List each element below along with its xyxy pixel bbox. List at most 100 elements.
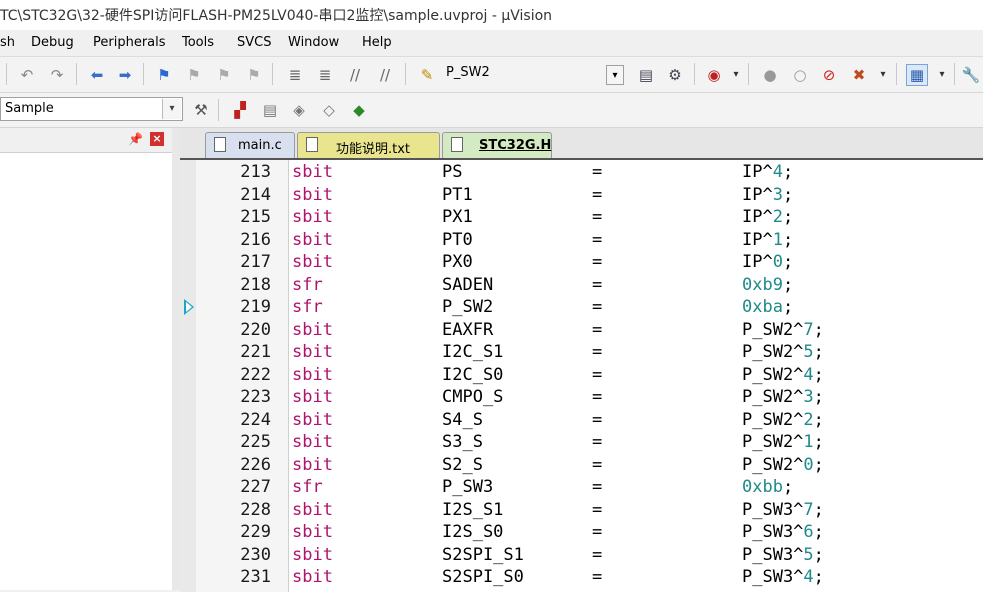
code-operator: =	[592, 207, 603, 227]
code-number: 7	[803, 319, 814, 340]
code-keyword: sbit	[292, 319, 333, 340]
file-icon	[451, 137, 463, 152]
event-recorder-icon[interactable]: ◆	[349, 100, 369, 120]
code-keyword: sbit	[292, 387, 333, 407]
breakpoint-dropdown-icon[interactable]: ▾	[873, 65, 893, 85]
menu-flash[interactable]: sh	[0, 35, 15, 50]
code-value: IP^1;	[742, 229, 793, 252]
unindent-icon[interactable]: ≣	[315, 65, 335, 85]
uncomment-icon[interactable]: //	[375, 65, 395, 85]
undo-icon[interactable]: ↶	[17, 65, 37, 85]
toolbar-separator	[954, 63, 955, 85]
find-in-files-icon[interactable]: ✎	[417, 65, 437, 85]
debug-session-icon[interactable]: ◉	[704, 65, 724, 85]
menu-debug[interactable]: Debug	[31, 35, 74, 50]
menu-tools[interactable]: Tools	[182, 35, 214, 50]
code-value: 0xba;	[742, 296, 793, 319]
breakpoint-disable-all-icon[interactable]: ⊘	[819, 65, 839, 85]
code-identifier: S2_S	[442, 454, 483, 475]
code-value: P_SW3^5;	[742, 544, 824, 567]
close-icon[interactable]: ×	[150, 132, 164, 146]
window-layout-icon[interactable]: ▦	[906, 64, 928, 86]
menu-peripherals[interactable]: Peripherals	[93, 35, 166, 50]
menu-svcs[interactable]: SVCS	[237, 35, 271, 50]
toolbar-separator	[218, 99, 219, 121]
bookmark-prev-icon[interactable]: ⚑	[184, 65, 204, 85]
code-number: 0xbb	[742, 477, 783, 497]
code-operator: =	[592, 477, 603, 497]
code-value-base: P_SW2^	[742, 432, 804, 452]
line-number: 214	[240, 184, 271, 205]
breakpoint-gutter[interactable]	[180, 160, 196, 592]
tab-stc32g-h[interactable]: STC32G.H	[442, 132, 552, 158]
target-select[interactable]: Sample ▾	[0, 97, 183, 121]
code-operator: =	[592, 544, 603, 565]
code-identifier: SADEN	[442, 274, 494, 295]
manage-project-items-icon[interactable]: ▞	[230, 100, 250, 120]
code-identifier: I2S_S1	[442, 499, 504, 520]
debug-dropdown-icon[interactable]: ▾	[726, 65, 746, 85]
toolbar-separator	[694, 63, 695, 85]
code-value-base: P_SW3^	[742, 567, 804, 587]
window-layout-dropdown-icon[interactable]: ▾	[932, 65, 952, 85]
code-value-base: P_SW2^	[742, 364, 804, 385]
panel-splitter[interactable]	[172, 128, 180, 590]
code-terminator: ;	[813, 454, 824, 475]
code-number: 0xba	[742, 297, 783, 317]
find-input[interactable]: P_SW2	[446, 65, 490, 80]
pack-installer-icon[interactable]: ◇	[319, 100, 339, 120]
line-number: 223	[240, 387, 271, 407]
project-panel: 📌 ×	[0, 128, 172, 590]
tab-label: STC32G.H	[479, 138, 552, 153]
editor-tabstrip: main.c 功能说明.txt STC32G.H	[180, 128, 983, 158]
menu-help[interactable]: Help	[362, 35, 392, 50]
code-keyword: sbit	[292, 522, 333, 542]
code-value: P_SW2^7;	[742, 319, 824, 342]
find-dropdown-icon[interactable]: ▾	[606, 65, 624, 85]
nav-forward-icon[interactable]: ➡	[115, 65, 135, 85]
code-identifier: S2SPI_S1	[442, 544, 524, 565]
line-number: 227	[240, 477, 271, 497]
bookmark-toggle-icon[interactable]: ⚑	[154, 65, 174, 85]
find-icon[interactable]: ▤	[636, 65, 656, 85]
bookmark-next-icon[interactable]: ⚑	[214, 65, 234, 85]
target-dropdown-icon[interactable]: ▾	[162, 99, 181, 119]
incremental-find-icon[interactable]: ⚙	[665, 65, 685, 85]
indent-icon[interactable]: ≣	[285, 65, 305, 85]
code-operator: =	[592, 387, 603, 407]
code-number: 7	[803, 499, 814, 520]
code-operator: =	[592, 274, 603, 295]
line-number: 231	[240, 567, 271, 587]
tab-readme-txt[interactable]: 功能说明.txt	[297, 132, 440, 158]
breakpoint-enable-icon[interactable]: ○	[790, 65, 810, 85]
manage-runtime-icon[interactable]: ◈	[289, 100, 309, 120]
nav-back-icon[interactable]: ⬅	[87, 65, 107, 85]
line-number: 213	[240, 162, 271, 182]
configure-icon[interactable]: 🔧	[961, 65, 981, 85]
redo-icon[interactable]: ↷	[47, 65, 67, 85]
code-terminator: ;	[782, 229, 794, 250]
comment-icon[interactable]: //	[345, 65, 365, 85]
code-number: 2	[803, 409, 814, 430]
line-number: 217	[240, 252, 271, 272]
target-options-icon[interactable]: ⚒	[191, 100, 211, 120]
code-identifier: I2S_S0	[442, 522, 504, 542]
breakpoint-insert-icon[interactable]: ●	[760, 65, 780, 85]
code-terminator: ;	[782, 207, 794, 227]
line-number: 220	[240, 319, 271, 340]
select-packs-icon[interactable]: ▤	[260, 100, 280, 120]
menu-window[interactable]: Window	[288, 35, 339, 50]
code-identifier: PS	[442, 162, 463, 182]
pin-icon[interactable]: 📌	[128, 132, 143, 146]
tab-label: 功能说明.txt	[336, 142, 411, 157]
bookmark-clear-icon[interactable]: ⚑	[244, 65, 264, 85]
code-editor[interactable]: 213 sbit PS = IP^4; 214 sbit PT1 = IP^3; 215 sbit PX…	[180, 158, 983, 592]
code-operator: =	[592, 522, 603, 542]
code-identifier: P_SW2	[442, 297, 494, 317]
line-number: 221	[240, 342, 271, 362]
code-value: 0xbb;	[742, 476, 793, 499]
breakpoint-kill-all-icon[interactable]: ✖	[849, 65, 869, 85]
tab-main-c[interactable]: main.c	[205, 132, 295, 158]
code-identifier: PX1	[442, 207, 473, 227]
code-value: P_SW2^5;	[742, 341, 824, 364]
